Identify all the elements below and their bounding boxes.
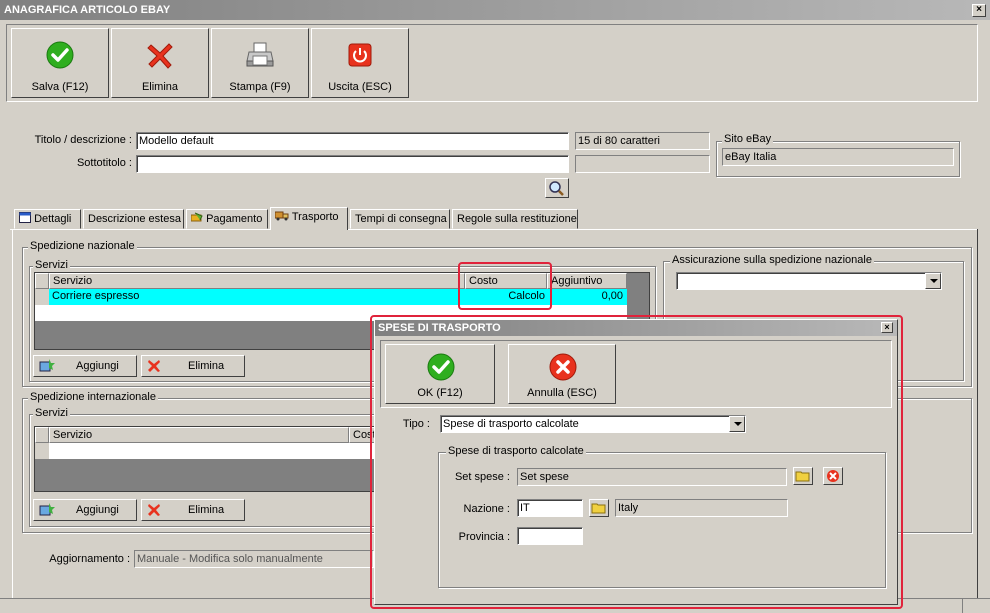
dialog-close-icon[interactable]: × bbox=[881, 322, 893, 333]
add-icon bbox=[39, 359, 55, 372]
power-icon bbox=[348, 43, 372, 67]
row-service: Corriere espresso bbox=[52, 290, 140, 302]
clear-icon bbox=[827, 470, 839, 482]
save-button[interactable]: Salva (F12) bbox=[11, 28, 109, 98]
delete-button[interactable]: Elimina bbox=[111, 28, 209, 98]
country-browse-button[interactable] bbox=[589, 499, 609, 517]
truck-icon bbox=[274, 211, 289, 221]
delete-x-icon bbox=[148, 504, 160, 516]
set-browse-button[interactable] bbox=[793, 467, 813, 485]
print-label: Stampa (F9) bbox=[229, 81, 291, 93]
grid-indicator-head bbox=[35, 273, 49, 289]
chevron-down-icon[interactable] bbox=[925, 273, 941, 289]
country-name: Italy bbox=[615, 499, 788, 517]
save-label: Salva (F12) bbox=[31, 81, 89, 93]
payment-icon bbox=[190, 212, 203, 222]
exit-button[interactable]: Uscita (ESC) bbox=[311, 28, 409, 98]
national-services-title: Servizi bbox=[33, 259, 71, 271]
international-services-title: Servizi bbox=[33, 407, 71, 419]
status-divider bbox=[962, 598, 963, 613]
country-label: Nazione : bbox=[463, 503, 510, 515]
window-title: ANAGRAFICA ARTICOLO EBAY bbox=[4, 4, 171, 16]
col-servizio[interactable]: Servizio bbox=[49, 273, 465, 289]
search-button[interactable] bbox=[545, 178, 569, 198]
tab-pagamento[interactable]: Pagamento bbox=[186, 209, 268, 229]
delete-label: Elimina bbox=[141, 81, 179, 93]
cancel-button[interactable]: Annulla (ESC) bbox=[508, 344, 616, 404]
window-titlebar: ANAGRAFICA ARTICOLO EBAY bbox=[0, 0, 990, 20]
title-label: Titolo / descrizione : bbox=[34, 134, 132, 146]
subtitle-char-count bbox=[575, 155, 710, 173]
insurance-select[interactable] bbox=[676, 272, 942, 290]
national-group-title: Spedizione nazionale bbox=[28, 240, 137, 252]
check-icon bbox=[46, 41, 74, 69]
dialog-title: SPESE DI TRASPORTO bbox=[378, 322, 501, 334]
folder-icon bbox=[795, 471, 810, 482]
col-servizio[interactable]: Servizio bbox=[49, 427, 349, 443]
type-label: Tipo : bbox=[402, 418, 430, 430]
check-icon bbox=[427, 353, 455, 381]
tab-dettagli[interactable]: Dettagli bbox=[14, 209, 81, 229]
international-add-button[interactable]: Aggiungi bbox=[33, 499, 137, 521]
national-delete-button[interactable]: Elimina bbox=[141, 355, 245, 377]
cancel-circle-icon bbox=[549, 353, 577, 381]
tab-tempi-di-consegna[interactable]: Tempi di consegna bbox=[350, 209, 450, 229]
site-value: eBay Italia bbox=[722, 148, 954, 166]
highlight-cost-cell bbox=[458, 262, 552, 310]
printer-icon bbox=[246, 42, 274, 67]
ok-button[interactable]: OK (F12) bbox=[385, 344, 495, 404]
international-group-title: Spedizione internazionale bbox=[28, 391, 158, 403]
national-add-button[interactable]: Aggiungi bbox=[33, 355, 137, 377]
subtitle-label: Sottotitolo : bbox=[76, 157, 132, 169]
tab-descrizione-estesa[interactable]: Descrizione estesa bbox=[83, 209, 184, 229]
ok-label: OK (F12) bbox=[417, 387, 463, 399]
new-row[interactable] bbox=[49, 443, 379, 459]
title-char-count: 15 di 80 caratteri bbox=[575, 132, 710, 150]
type-select[interactable]: Spese di trasporto calcolate bbox=[440, 415, 746, 433]
tab-trasporto[interactable]: Trasporto bbox=[270, 207, 348, 230]
grid-indicator-head bbox=[35, 427, 49, 443]
delete-x-icon bbox=[148, 360, 160, 372]
update-label: Aggiornamento : bbox=[49, 553, 130, 565]
add-icon bbox=[39, 503, 55, 516]
close-icon[interactable]: × bbox=[972, 4, 986, 17]
province-input[interactable] bbox=[517, 527, 583, 545]
set-clear-button[interactable] bbox=[823, 467, 843, 485]
window-icon bbox=[19, 212, 31, 223]
calc-group-title: Spese di trasporto calcolate bbox=[446, 445, 586, 457]
international-delete-button[interactable]: Elimina bbox=[141, 499, 245, 521]
update-value: Manuale - Modifica solo manualmente bbox=[134, 550, 374, 568]
row-indicator bbox=[35, 289, 49, 305]
delete-x-icon bbox=[147, 43, 173, 69]
chevron-down-icon[interactable] bbox=[729, 416, 745, 432]
set-value: Set spese bbox=[517, 468, 787, 486]
title-input[interactable]: Modello default bbox=[136, 132, 569, 150]
row-indicator bbox=[35, 443, 49, 459]
tab-regole-restituzione[interactable]: Regole sulla restituzione bbox=[452, 209, 578, 229]
exit-label: Uscita (ESC) bbox=[328, 81, 392, 93]
print-button[interactable]: Stampa (F9) bbox=[211, 28, 309, 98]
folder-icon bbox=[591, 503, 606, 514]
cancel-label: Annulla (ESC) bbox=[527, 387, 597, 399]
subtitle-input[interactable] bbox=[136, 155, 569, 173]
insurance-group-title: Assicurazione sulla spedizione nazionale bbox=[670, 254, 874, 266]
magnifier-icon bbox=[549, 181, 564, 196]
row-extra: 0,00 bbox=[601, 290, 623, 302]
country-code-input[interactable]: IT bbox=[517, 499, 583, 517]
col-aggiuntivo[interactable]: Aggiuntivo bbox=[547, 273, 627, 289]
province-label: Provincia : bbox=[458, 531, 510, 543]
site-group-title: Sito eBay bbox=[722, 133, 774, 145]
dialog-titlebar: SPESE DI TRASPORTO bbox=[375, 320, 897, 336]
set-label: Set spese : bbox=[454, 471, 510, 483]
